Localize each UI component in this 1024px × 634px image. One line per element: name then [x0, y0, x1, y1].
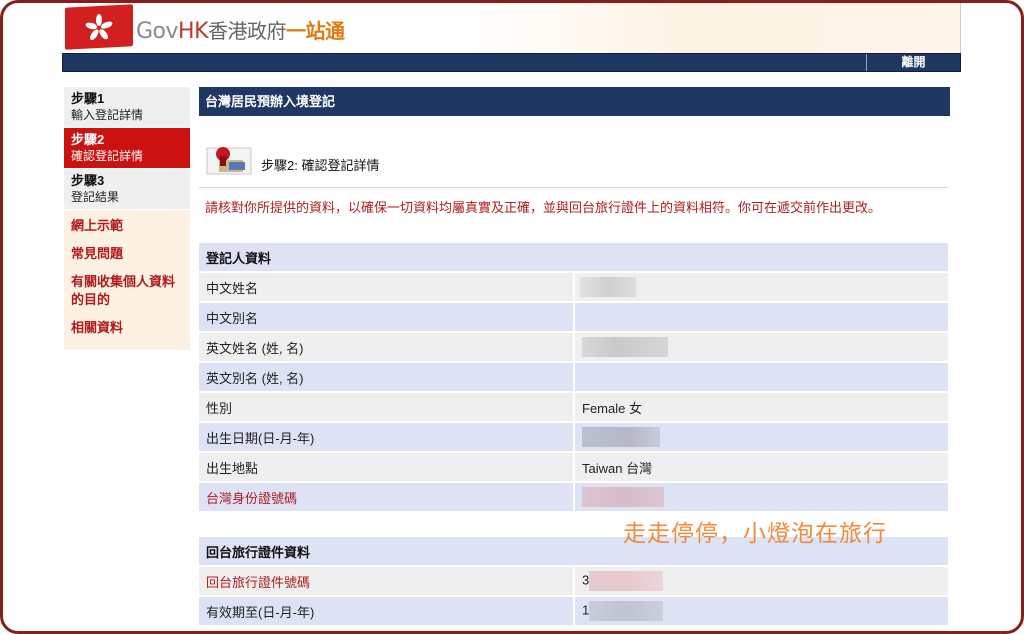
page-title: 台灣居民預辦入境登記	[199, 87, 950, 116]
field-label: 英文姓名 (姓, 名)	[199, 333, 573, 361]
sidebar-step-1: 步驟1 輸入登記詳情	[64, 87, 190, 128]
applicant-info-table: 登記人資料 中文姓名 中文別名 英文姓名 (姓, 名) 英文別名 (姓, 名) …	[199, 241, 948, 513]
step-label: 步驟2	[71, 132, 105, 147]
brand-chinese: 香港政府	[208, 19, 287, 43]
field-label: 有效期至(日-月-年)	[199, 597, 573, 625]
sidebar-link-faq[interactable]: 常見問題	[64, 240, 190, 268]
hk-flag-logo	[65, 4, 133, 50]
field-label: 英文別名 (姓, 名)	[199, 363, 573, 391]
brand-one-stop: 一站通	[286, 19, 345, 43]
table-row: 中文別名	[199, 303, 948, 331]
sidebar-step-3: 步驟3 登記結果	[64, 169, 190, 210]
step-sub: 輸入登記詳情	[71, 108, 144, 122]
sidebar-links: 網上示範 常見問題 有關收集個人資料的目的 相關資料	[64, 210, 190, 350]
field-value-redacted	[573, 273, 948, 301]
field-label: 出生地點	[199, 453, 573, 481]
brand-gov: Gov	[136, 19, 179, 44]
page-frame: GovHK香港政府一站通 離開 步驟1 輸入登記詳情 步驟2 確認登記詳情 步驟…	[0, 0, 1024, 634]
section-title: 登記人資料	[199, 243, 948, 271]
verify-note: 請核對你所提供的資料，以確保一切資料均屬真實及正確，並與回台旅行證件上的資料相符…	[205, 200, 882, 215]
sidebar: 步驟1 輸入登記詳情 步驟2 確認登記詳情 步驟3 登記結果 網上示範 常見問題…	[64, 87, 190, 350]
field-value	[573, 303, 948, 331]
table-row: 英文別名 (姓, 名)	[199, 363, 948, 391]
table-row: 英文姓名 (姓, 名)	[199, 333, 948, 361]
logout-button[interactable]: 離開	[866, 54, 960, 71]
field-value: 3	[582, 572, 590, 588]
step-label: 步驟1	[71, 91, 105, 106]
field-label: 性別	[199, 393, 573, 421]
brand-hk: HK	[178, 19, 209, 44]
sidebar-link-related-info[interactable]: 相關資料	[64, 314, 190, 342]
field-label: 台灣身份證號碼	[199, 483, 573, 511]
field-value-redacted	[573, 423, 948, 451]
sidebar-step-2-active: 步驟2 確認登記詳情	[64, 128, 190, 169]
field-value-redacted: 1	[573, 597, 948, 625]
sidebar-link-privacy-purpose[interactable]: 有關收集個人資料的目的	[64, 268, 190, 314]
table-row: 性別 Female 女	[199, 393, 948, 421]
field-value-redacted: 3	[573, 567, 948, 595]
step-sub: 登記結果	[71, 190, 120, 204]
stamp-icon	[205, 142, 255, 178]
site-header: GovHK香港政府一站通	[62, 3, 961, 53]
field-value-redacted	[573, 333, 948, 361]
table-row: 回台旅行證件號碼 3	[199, 567, 948, 595]
field-label: 中文姓名	[199, 273, 573, 301]
travel-document-table: 回台旅行證件資料 回台旅行證件號碼 3 有效期至(日-月-年) 1	[199, 535, 948, 627]
field-label: 出生日期(日-月-年)	[199, 423, 573, 451]
table-row: 台灣身份證號碼	[199, 483, 948, 511]
field-label: 中文別名	[199, 303, 573, 331]
table-row: 出生地點 Taiwan 台灣	[199, 453, 948, 481]
main-content: 台灣居民預辦入境登記 步驟2: 確認登記詳情 請核對你所提供的資料，以確保一切資…	[199, 87, 950, 625]
govhk-brand[interactable]: GovHK香港政府一站通	[136, 15, 345, 44]
sidebar-link-demo[interactable]: 網上示範	[64, 212, 190, 240]
table-row: 有效期至(日-月-年) 1	[199, 597, 948, 625]
field-label: 回台旅行證件號碼	[199, 567, 573, 595]
field-value-birthplace: Taiwan 台灣	[573, 453, 948, 481]
photo-watermark: 走走停停，小燈泡在旅行	[623, 521, 887, 547]
step-sub: 確認登記詳情	[71, 149, 144, 163]
field-value: 1	[582, 602, 590, 618]
field-value-redacted	[573, 483, 948, 511]
divider	[199, 187, 948, 188]
top-nav-bar: 離開	[62, 53, 961, 72]
field-value	[573, 363, 948, 391]
field-value-gender: Female 女	[573, 393, 948, 421]
section-header: 登記人資料	[199, 243, 948, 271]
step-heading: 步驟2: 確認登記詳情	[261, 158, 380, 173]
step-label: 步驟3	[71, 173, 105, 188]
table-row: 出生日期(日-月-年)	[199, 423, 948, 451]
table-row: 中文姓名	[199, 273, 948, 301]
